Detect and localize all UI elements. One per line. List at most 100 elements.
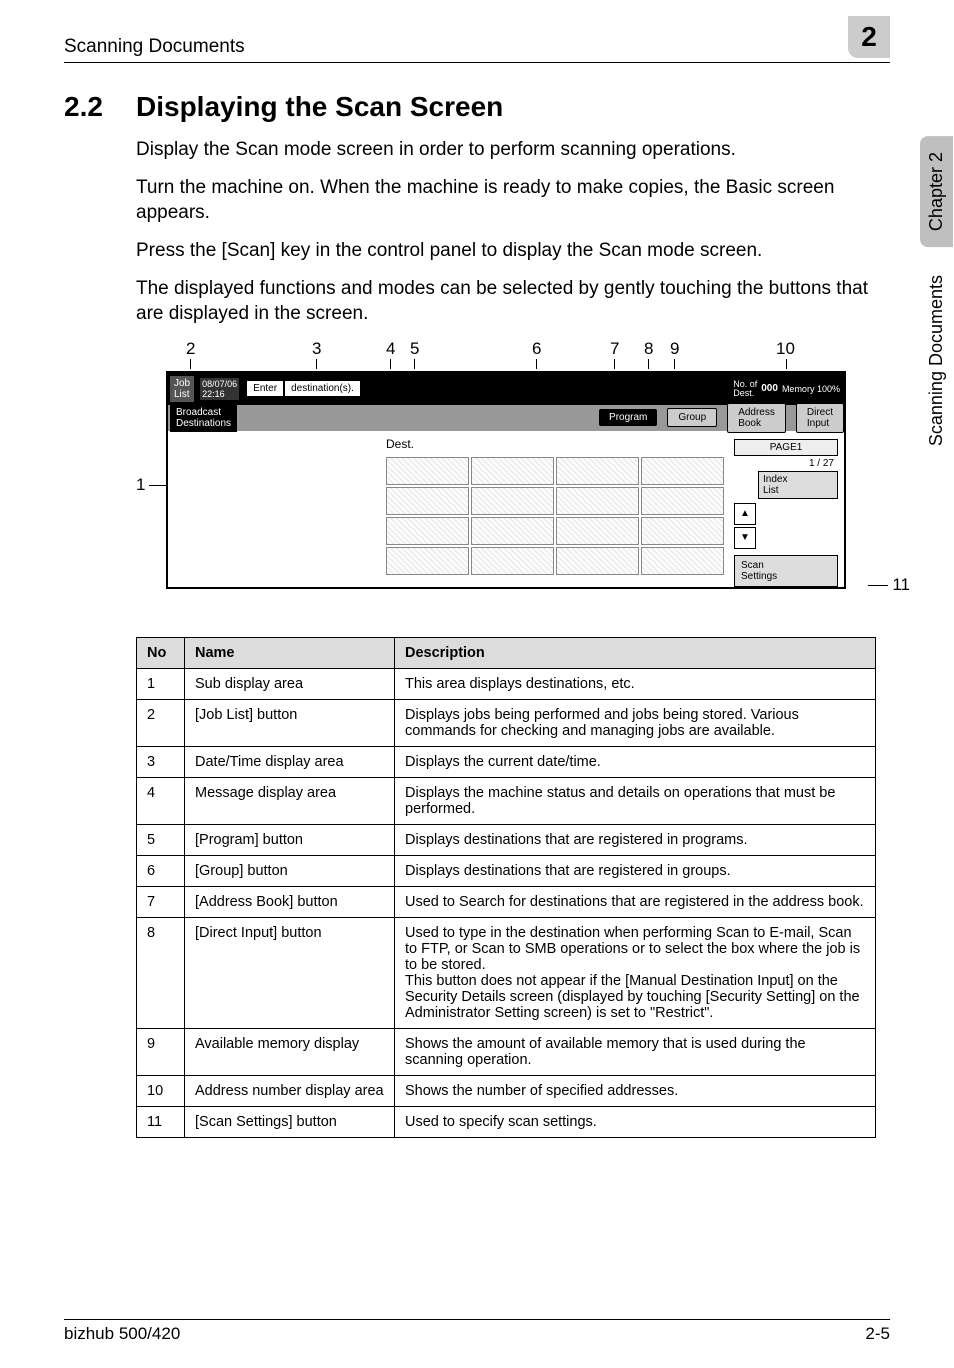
table-row: 10Address number display areaShows the n… xyxy=(137,1075,876,1106)
cell-name: Address number display area xyxy=(185,1075,395,1106)
cell-desc: Shows the number of specified addresses. xyxy=(395,1075,876,1106)
cell-no: 7 xyxy=(137,886,185,917)
description-table: No Name Description 1Sub display areaThi… xyxy=(136,637,876,1138)
cell-no: 2 xyxy=(137,699,185,746)
panel-tab-row: Broadcast Destinations Program Group Add… xyxy=(168,405,844,431)
table-row: 8[Direct Input] buttonUsed to type in th… xyxy=(137,917,876,1028)
table-row: 2[Job List] buttonDisplays jobs being pe… xyxy=(137,699,876,746)
callout-6: 6 xyxy=(532,339,541,359)
dest-cell[interactable] xyxy=(556,457,639,485)
dest-cell[interactable] xyxy=(641,487,724,515)
section-number: 2.2 xyxy=(64,91,136,123)
cell-no: 8 xyxy=(137,917,185,1028)
arrow-down-icon: ▼ xyxy=(740,532,750,543)
enter-label: Enter xyxy=(247,381,283,396)
dest-cell[interactable] xyxy=(556,517,639,545)
callout-9: 9 xyxy=(670,339,679,359)
cell-name: Available memory display xyxy=(185,1028,395,1075)
paragraph: Turn the machine on. When the machine is… xyxy=(136,175,890,226)
group-tab[interactable]: Group xyxy=(667,408,717,427)
paragraph: Press the [Scan] key in the control pane… xyxy=(136,238,890,264)
scroll-down-button[interactable]: ▼ xyxy=(734,527,756,549)
page-indicator: PAGE1 xyxy=(734,439,838,456)
table-row: 6[Group] buttonDisplays destinations tha… xyxy=(137,855,876,886)
screen-figure: 2 3 4 5 6 7 8 9 10 1 Job List 08/07/06 2… xyxy=(136,339,890,609)
cell-no: 9 xyxy=(137,1028,185,1075)
callout-5: 5 xyxy=(410,339,419,359)
table-row: 11[Scan Settings] buttonUsed to specify … xyxy=(137,1106,876,1137)
callout-8: 8 xyxy=(644,339,653,359)
cell-desc: Shows the amount of available memory tha… xyxy=(395,1028,876,1075)
side-tab: Chapter 2 Scanning Documents xyxy=(918,136,954,450)
callout-3: 3 xyxy=(312,339,321,359)
address-book-tab[interactable]: Address Book xyxy=(727,403,786,433)
dest-cell[interactable] xyxy=(471,547,554,575)
cell-name: [Group] button xyxy=(185,855,395,886)
paragraph: Display the Scan mode screen in order to… xyxy=(136,137,890,163)
cell-no: 11 xyxy=(137,1106,185,1137)
scroll-up-button[interactable]: ▲ xyxy=(734,503,756,525)
th-no: No xyxy=(137,637,185,668)
dest-label: Dest. xyxy=(386,437,414,451)
callout-4: 4 xyxy=(386,339,395,359)
dest-count-label: No. of Dest. xyxy=(733,380,757,398)
index-list-button[interactable]: Index List xyxy=(758,471,838,499)
dest-cell[interactable] xyxy=(471,487,554,515)
memory-value: 100% xyxy=(817,384,840,394)
callout-1-label: 1 xyxy=(136,475,145,494)
dest-cell[interactable] xyxy=(471,517,554,545)
callout-11: 11 xyxy=(868,575,910,595)
panel-right-column: PAGE1 1 / 27 Index List ▲ ▼ Scan Setting… xyxy=(734,439,838,587)
datetime-display: 08/07/06 22:16 xyxy=(200,378,239,400)
cell-desc: Displays destinations that are registere… xyxy=(395,855,876,886)
cell-no: 5 xyxy=(137,824,185,855)
memory-text: Memory xyxy=(782,384,815,394)
body-text: Display the Scan mode screen in order to… xyxy=(136,137,890,327)
memory-label: Memory 100% xyxy=(782,384,840,394)
cell-name: [Direct Input] button xyxy=(185,917,395,1028)
cell-name: Sub display area xyxy=(185,668,395,699)
program-tab[interactable]: Program xyxy=(599,409,657,426)
header-rule xyxy=(64,62,890,63)
cell-desc: Used to Search for destinations that are… xyxy=(395,886,876,917)
table-row: 5[Program] buttonDisplays destinations t… xyxy=(137,824,876,855)
cell-no: 6 xyxy=(137,855,185,886)
dest-cell[interactable] xyxy=(386,487,469,515)
cell-no: 1 xyxy=(137,668,185,699)
callout-numbers-top: 2 3 4 5 6 7 8 9 10 xyxy=(136,339,890,363)
dest-cell[interactable] xyxy=(386,547,469,575)
cell-name: Message display area xyxy=(185,777,395,824)
dest-cell[interactable] xyxy=(641,547,724,575)
page-footer: bizhub 500/420 2-5 xyxy=(64,1319,890,1344)
cell-name: Date/Time display area xyxy=(185,746,395,777)
dest-cell[interactable] xyxy=(471,457,554,485)
cell-name: [Program] button xyxy=(185,824,395,855)
dest-cell[interactable] xyxy=(386,517,469,545)
cell-desc: Used to type in the destination when per… xyxy=(395,917,876,1028)
dest-cell[interactable] xyxy=(556,487,639,515)
dest-cell[interactable] xyxy=(641,517,724,545)
dest-cell[interactable] xyxy=(556,547,639,575)
direct-input-tab[interactable]: Direct Input xyxy=(796,403,844,433)
table-row: 1Sub display areaThis area displays dest… xyxy=(137,668,876,699)
scan-screen-panel: Job List 08/07/06 22:16 Enter destinatio… xyxy=(166,371,846,589)
broadcast-destinations-label: Broadcast Destinations xyxy=(170,404,237,432)
dest-cell[interactable] xyxy=(641,457,724,485)
scan-settings-button[interactable]: Scan Settings xyxy=(734,555,838,587)
table-row: 9Available memory displayShows the amoun… xyxy=(137,1028,876,1075)
job-list-button[interactable]: Job List xyxy=(170,376,194,402)
table-row: 7[Address Book] buttonUsed to Search for… xyxy=(137,886,876,917)
paragraph: The displayed functions and modes can be… xyxy=(136,276,890,327)
footer-model: bizhub 500/420 xyxy=(64,1324,180,1344)
side-section: Scanning Documents xyxy=(920,271,953,450)
cell-name: [Scan Settings] button xyxy=(185,1106,395,1137)
cell-desc: Displays jobs being performed and jobs b… xyxy=(395,699,876,746)
dest-cell[interactable] xyxy=(386,457,469,485)
cell-desc: Displays the current date/time. xyxy=(395,746,876,777)
running-header: Scanning Documents xyxy=(64,36,245,58)
callout-2: 2 xyxy=(186,339,195,359)
cell-no: 4 xyxy=(137,777,185,824)
table-row: 4Message display areaDisplays the machin… xyxy=(137,777,876,824)
cell-desc: Used to specify scan settings. xyxy=(395,1106,876,1137)
cell-no: 3 xyxy=(137,746,185,777)
